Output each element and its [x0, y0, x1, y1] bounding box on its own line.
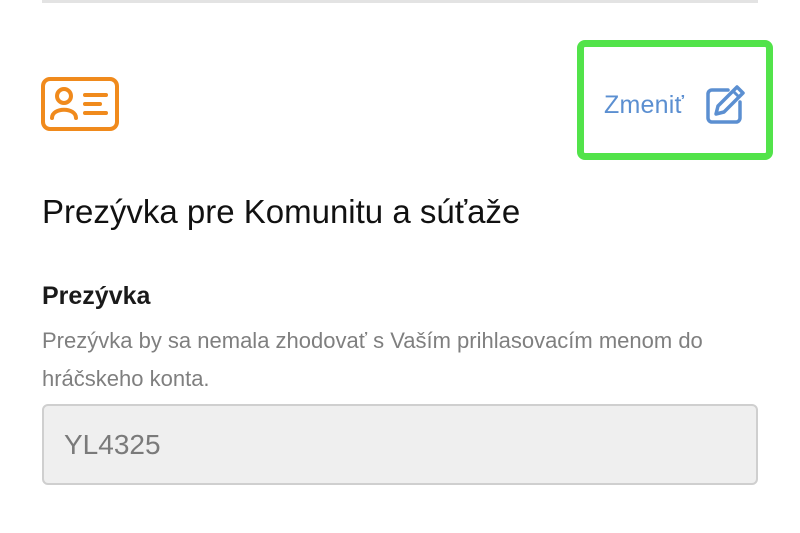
id-card-icon — [41, 77, 119, 131]
section-title: Prezývka pre Komunitu a súťaže — [42, 193, 521, 230]
edit-label: Zmeniť — [604, 90, 685, 119]
edit-pencil-icon — [706, 85, 745, 124]
nickname-help-text: Prezývka by sa nemala zhodovať s Vaším p… — [42, 328, 703, 391]
nickname-input[interactable] — [42, 404, 758, 485]
nickname-settings-page: Zmeniť Prezývka pre Komunitu a súťaže Pr… — [0, 0, 800, 533]
edit-button[interactable]: Zmeniť — [604, 84, 746, 126]
nickname-label: Prezývka — [42, 282, 151, 310]
top-divider — [42, 0, 758, 3]
